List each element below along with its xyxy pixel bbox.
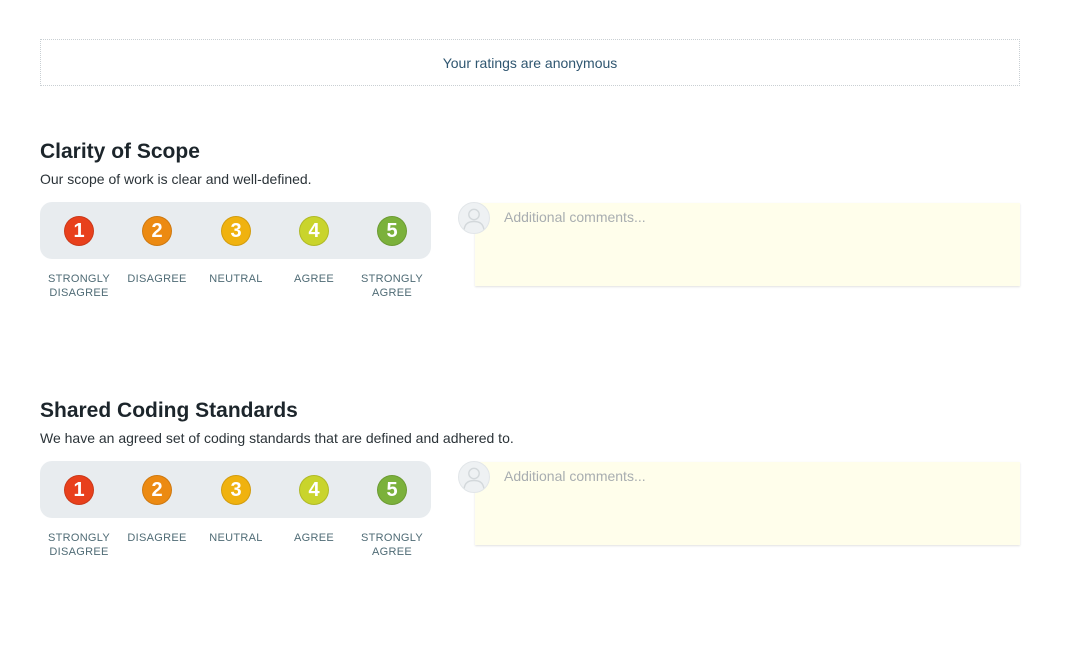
rating-label-disagree: DISAGREE bbox=[127, 273, 187, 285]
comment-input[interactable] bbox=[475, 203, 1020, 286]
question-title: Clarity of Scope bbox=[40, 140, 200, 163]
rating-option-2[interactable]: 2 DISAGREE bbox=[118, 461, 196, 544]
rating-label-strongly-disagree: STRONGLY DISAGREE bbox=[47, 532, 111, 558]
comment-input[interactable] bbox=[475, 462, 1020, 545]
rating-option-5[interactable]: 5 STRONGLY AGREE bbox=[353, 202, 431, 299]
rating-label-strongly-agree: STRONGLY AGREE bbox=[360, 532, 424, 558]
rating-label-strongly-agree: STRONGLY AGREE bbox=[360, 273, 424, 299]
comment-section bbox=[458, 461, 1021, 546]
rating-label-neutral: NEUTRAL bbox=[209, 273, 263, 285]
comment-section bbox=[458, 202, 1021, 287]
rating-option-5[interactable]: 5 STRONGLY AGREE bbox=[353, 461, 431, 558]
rating-option-4[interactable]: 4 AGREE bbox=[275, 202, 353, 285]
rating-circle-4[interactable]: 4 bbox=[299, 216, 329, 246]
question-clarity-of-scope: Clarity of Scope Our scope of work is cl… bbox=[40, 139, 1021, 299]
rating-option-3[interactable]: 3 NEUTRAL bbox=[197, 202, 275, 285]
rating-option-3[interactable]: 3 NEUTRAL bbox=[197, 461, 275, 544]
anonymity-notice: Your ratings are anonymous bbox=[40, 39, 1020, 86]
rating-circle-5[interactable]: 5 bbox=[377, 216, 407, 246]
rating-label-disagree: DISAGREE bbox=[127, 532, 187, 544]
question-description: We have an agreed set of coding standard… bbox=[40, 430, 514, 446]
user-avatar-icon bbox=[458, 202, 490, 234]
rating-scale: 1 STRONGLY DISAGREE 2 DISAGREE 3 NEUTRAL… bbox=[40, 461, 431, 558]
rating-circle-3[interactable]: 3 bbox=[221, 216, 251, 246]
rating-circle-1[interactable]: 1 bbox=[64, 216, 94, 246]
rating-label-strongly-disagree: STRONGLY DISAGREE bbox=[47, 273, 111, 299]
rating-circle-2[interactable]: 2 bbox=[142, 216, 172, 246]
rating-option-4[interactable]: 4 AGREE bbox=[275, 461, 353, 544]
question-shared-coding-standards: Shared Coding Standards We have an agree… bbox=[40, 398, 1021, 558]
rating-circle-3[interactable]: 3 bbox=[221, 475, 251, 505]
anonymity-notice-text: Your ratings are anonymous bbox=[442, 54, 618, 71]
rating-circle-4[interactable]: 4 bbox=[299, 475, 329, 505]
rating-label-neutral: NEUTRAL bbox=[209, 532, 263, 544]
rating-circle-1[interactable]: 1 bbox=[64, 475, 94, 505]
rating-label-agree: AGREE bbox=[293, 532, 334, 544]
rating-circle-5[interactable]: 5 bbox=[377, 475, 407, 505]
question-description: Our scope of work is clear and well-defi… bbox=[40, 171, 312, 187]
rating-option-1[interactable]: 1 STRONGLY DISAGREE bbox=[40, 202, 118, 299]
rating-option-1[interactable]: 1 STRONGLY DISAGREE bbox=[40, 461, 118, 558]
rating-circle-2[interactable]: 2 bbox=[142, 475, 172, 505]
rating-option-2[interactable]: 2 DISAGREE bbox=[118, 202, 196, 285]
user-avatar-icon bbox=[458, 461, 490, 493]
question-title: Shared Coding Standards bbox=[40, 399, 298, 422]
rating-label-agree: AGREE bbox=[293, 273, 334, 285]
rating-scale: 1 STRONGLY DISAGREE 2 DISAGREE 3 NEUTRAL… bbox=[40, 202, 431, 299]
